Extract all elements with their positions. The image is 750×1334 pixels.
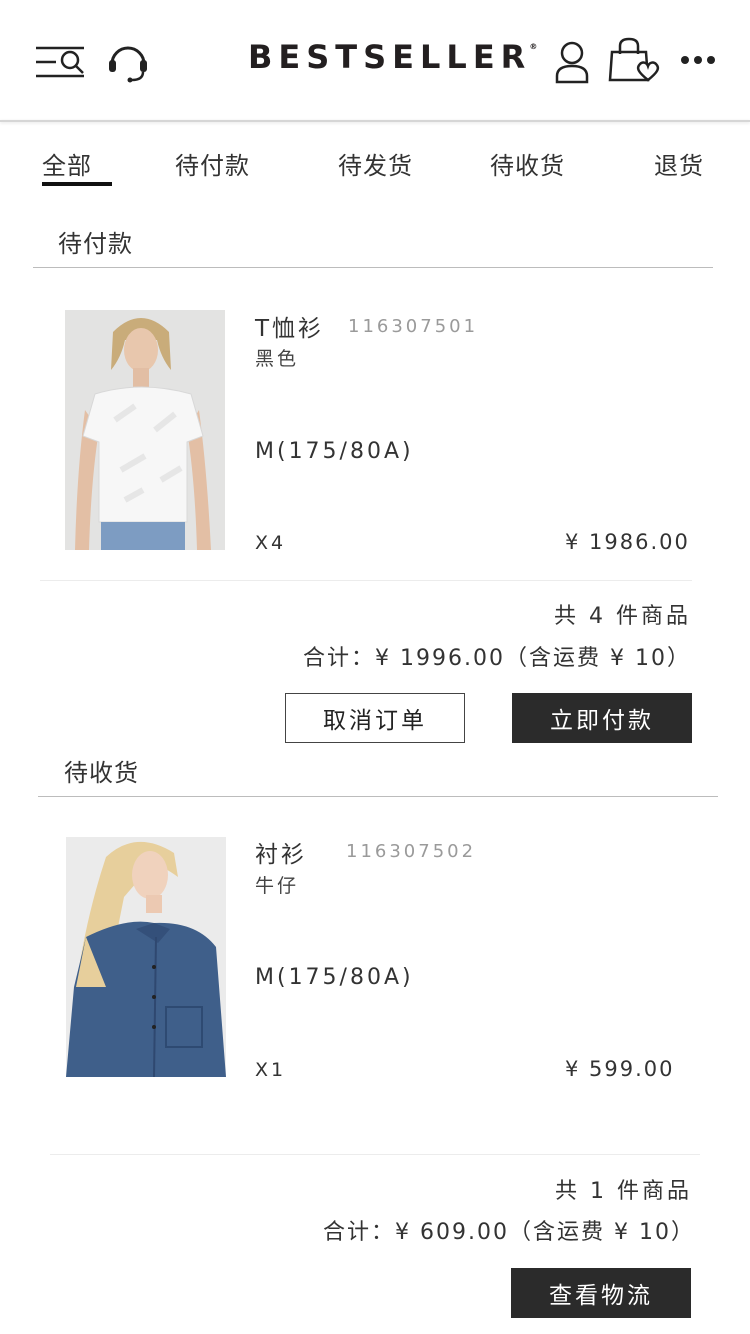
product-price: ¥ 1986.00 xyxy=(565,530,690,554)
user-icon[interactable] xyxy=(554,40,590,84)
product-image-tshirt[interactable] xyxy=(65,310,225,550)
item-count: 共 1 件商品 xyxy=(555,1179,692,1204)
product-size: M(175/80A) xyxy=(255,439,414,464)
product-image-shirt[interactable] xyxy=(66,837,226,1077)
section-divider xyxy=(33,267,713,268)
order-status-title: 待收货 xyxy=(64,759,139,787)
order-total: 合计：¥ 1996.00（含运费 ¥ 10） xyxy=(303,646,691,671)
product-color: 牛仔 xyxy=(255,875,300,897)
cancel-order-button[interactable]: 取消订单 xyxy=(285,693,465,743)
product-color: 黑色 xyxy=(255,348,300,370)
product-name[interactable]: T恤衫 xyxy=(255,309,324,343)
product-quantity: X1 xyxy=(255,1059,287,1081)
brand-logo[interactable]: BESTSELLER® xyxy=(248,38,539,76)
view-logistics-button[interactable]: 查看物流 xyxy=(511,1268,691,1318)
product-name[interactable]: 衬衫 xyxy=(255,835,307,869)
order-total: 合计：¥ 609.00（含运费 ¥ 10） xyxy=(323,1220,695,1245)
item-count: 共 4 件商品 xyxy=(554,604,691,629)
product-code: 116307501 xyxy=(348,316,479,337)
menu-search-icon[interactable] xyxy=(34,44,88,82)
tab-pending-receipt[interactable]: 待收货 xyxy=(490,146,565,181)
tab-active-indicator xyxy=(42,182,112,186)
pay-now-button[interactable]: 立即付款 xyxy=(512,693,692,743)
product-quantity: X4 xyxy=(255,532,287,554)
order-status-title: 待付款 xyxy=(58,230,133,258)
product-price: ¥ 599.00 xyxy=(565,1057,675,1081)
top-header: BESTSELLER® xyxy=(0,0,750,120)
item-divider xyxy=(40,580,692,581)
section-divider xyxy=(38,796,718,797)
shopping-bag-heart-icon[interactable] xyxy=(608,36,662,84)
product-code: 116307502 xyxy=(346,841,477,862)
item-divider xyxy=(50,1154,700,1155)
product-size: M(175/80A) xyxy=(255,965,414,990)
headset-icon[interactable] xyxy=(106,40,150,84)
tab-returns[interactable]: 退货 xyxy=(654,146,704,181)
tab-pending-payment[interactable]: 待付款 xyxy=(175,146,250,181)
tab-all[interactable]: 全部 xyxy=(42,146,92,181)
header-divider xyxy=(0,120,750,122)
more-icon[interactable] xyxy=(680,54,716,66)
tab-pending-shipment[interactable]: 待发货 xyxy=(338,146,413,181)
